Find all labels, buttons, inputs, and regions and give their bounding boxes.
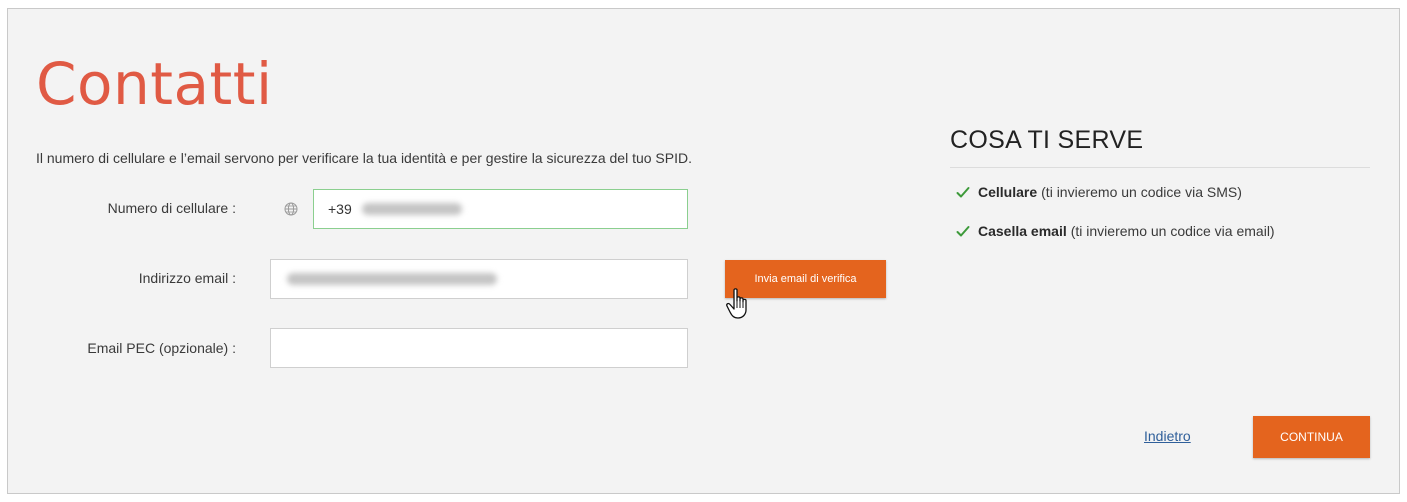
email-value-redacted (287, 273, 497, 285)
continue-button[interactable]: CONTINUA (1253, 416, 1370, 458)
pec-label: Email PEC (opzionale) : (87, 340, 236, 356)
back-link[interactable]: Indietro (1144, 428, 1191, 444)
phone-input[interactable]: +39 (313, 189, 688, 229)
requirement-item-phone: Cellulare (ti invieremo un codice via SM… (956, 184, 1242, 200)
sidebar-title: COSA TI SERVE (950, 126, 1144, 154)
intro-text: Il numero di cellulare e l’email servono… (36, 150, 692, 166)
page-title: Contatti (36, 50, 273, 118)
sidebar-divider (950, 167, 1370, 168)
globe-icon (270, 190, 312, 228)
requirement-phone-desc: (ti invieremo un codice via SMS) (1041, 184, 1242, 200)
requirement-email-desc: (ti invieremo un codice via email) (1070, 223, 1275, 239)
pec-input[interactable] (270, 328, 688, 368)
check-icon (956, 225, 970, 237)
phone-prefix: +39 (328, 201, 352, 217)
requirement-email-title: Casella email (978, 223, 1067, 239)
check-icon (956, 186, 970, 198)
requirement-phone-title: Cellulare (978, 184, 1038, 200)
email-input[interactable] (270, 259, 688, 299)
email-label: Indirizzo email : (138, 270, 236, 286)
phone-number-redacted (361, 203, 462, 215)
phone-label: Numero di cellulare : (107, 200, 236, 216)
hand-cursor-icon (726, 288, 747, 319)
requirement-item-email: Casella email (ti invieremo un codice vi… (956, 223, 1275, 239)
